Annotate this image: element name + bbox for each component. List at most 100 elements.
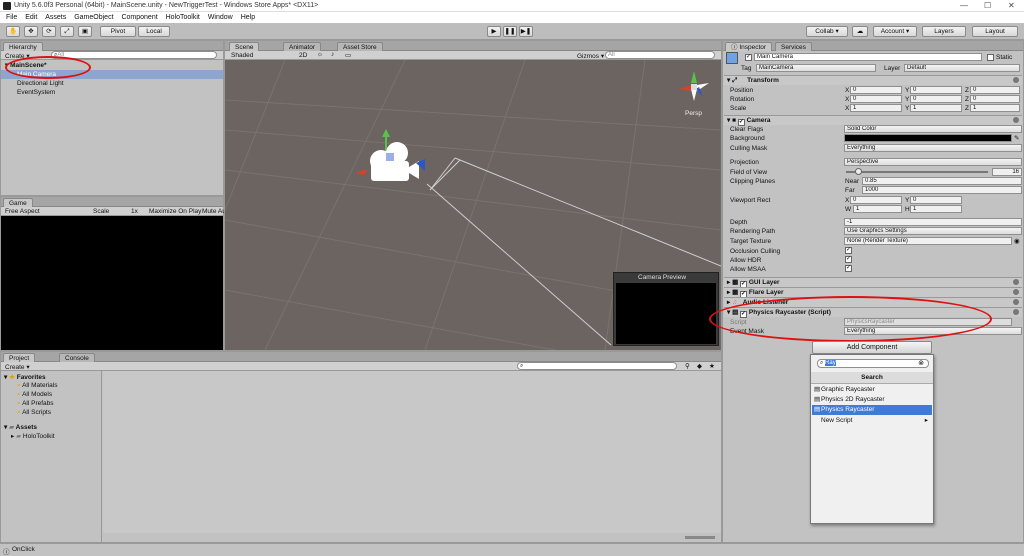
tab-console[interactable]: Console bbox=[59, 353, 95, 362]
gui-layer-header[interactable]: ▸ ▦ ✓ GUI Layer bbox=[724, 277, 1022, 288]
scale-tool-icon[interactable]: ⤢ bbox=[60, 26, 74, 37]
scale-z-field[interactable]: 1 bbox=[970, 104, 1020, 112]
menu-edit[interactable]: Edit bbox=[25, 12, 37, 23]
hand-tool-icon[interactable]: ✋ bbox=[6, 26, 20, 37]
aspect-dropdown[interactable]: Free Aspect bbox=[5, 208, 40, 215]
position-x-field[interactable]: 0 bbox=[850, 86, 902, 94]
audio-listener-header[interactable]: ▸ ♫ Audio Listener bbox=[724, 297, 1022, 307]
favorite-star-icon[interactable]: ★ bbox=[709, 362, 715, 370]
game-viewport[interactable] bbox=[1, 216, 223, 350]
minimize-icon[interactable]: — bbox=[960, 1, 968, 10]
pivot-button[interactable]: Pivot bbox=[100, 26, 136, 37]
viewport-y-field[interactable]: 0 bbox=[910, 196, 962, 204]
rotation-y-field[interactable]: 0 bbox=[910, 95, 962, 103]
gear-icon[interactable] bbox=[1013, 289, 1019, 295]
far-field[interactable]: 1000 bbox=[862, 186, 1022, 194]
shading-dropdown[interactable]: Shaded bbox=[231, 52, 253, 59]
scene-search-input[interactable]: All bbox=[605, 51, 715, 59]
physics-raycaster-header[interactable]: ▾ ▤ ✓ Physics Raycaster (Script) bbox=[724, 307, 1022, 318]
tab-scene[interactable]: Scene bbox=[229, 42, 260, 51]
add-component-button[interactable]: Add Component bbox=[812, 341, 932, 354]
object-picker-icon[interactable]: ◉ bbox=[1014, 237, 1020, 245]
popup-item-graphic-raycaster[interactable]: ▤ Graphic Raycaster bbox=[812, 385, 932, 395]
background-color-swatch[interactable] bbox=[844, 134, 1012, 142]
near-field[interactable]: 0.85 bbox=[862, 177, 1022, 185]
pause-button[interactable]: ❚❚ bbox=[503, 26, 517, 37]
transform-header[interactable]: ▾ ⤢ Transform bbox=[724, 75, 1022, 85]
flare-layer-header[interactable]: ▸ ▦ ✓ Flare Layer bbox=[724, 287, 1022, 298]
active-checkbox[interactable]: ✓ bbox=[745, 54, 752, 61]
maximize-icon[interactable]: ☐ bbox=[984, 1, 991, 10]
menu-help[interactable]: Help bbox=[241, 12, 255, 23]
cloud-icon[interactable]: ☁ bbox=[852, 26, 868, 37]
project-asset-area[interactable] bbox=[103, 371, 721, 533]
event-mask-dropdown[interactable]: Everything bbox=[844, 327, 1022, 335]
tab-asset-store[interactable]: Asset Store bbox=[337, 42, 383, 51]
tab-game[interactable]: Game bbox=[3, 198, 33, 207]
culling-mask-dropdown[interactable]: Everything bbox=[844, 144, 1022, 152]
layer-dropdown[interactable]: Default bbox=[904, 64, 1020, 72]
zoom-slider[interactable] bbox=[685, 536, 715, 539]
mode-2d-toggle[interactable]: 2D bbox=[299, 52, 307, 59]
viewport-x-field[interactable]: 0 bbox=[850, 196, 902, 204]
hierarchy-item-main-camera[interactable]: Main Camera bbox=[1, 70, 223, 79]
layout-button[interactable]: Layout bbox=[972, 26, 1018, 37]
hierarchy-create-button[interactable]: Create ▾ bbox=[5, 52, 30, 60]
audio-icon[interactable]: ♪ bbox=[331, 51, 334, 58]
viewport-w-field[interactable]: 1 bbox=[853, 205, 902, 213]
favorite-all-materials[interactable]: ⌕ All Materials bbox=[17, 382, 58, 390]
hierarchy-search-input[interactable]: ⌕All bbox=[51, 51, 217, 59]
gear-icon[interactable] bbox=[1013, 279, 1019, 285]
local-button[interactable]: Local bbox=[138, 26, 170, 37]
tab-inspector[interactable]: ⓘ Inspector bbox=[725, 42, 773, 51]
eyedropper-icon[interactable]: ✎ bbox=[1014, 134, 1019, 142]
clear-search-icon[interactable]: ⊗ bbox=[918, 359, 924, 367]
projection-dropdown[interactable]: Perspective bbox=[844, 158, 1022, 166]
step-button[interactable]: ▶❚ bbox=[519, 26, 533, 37]
assets-header[interactable]: ▾ ▰ Assets bbox=[4, 423, 37, 431]
tab-services[interactable]: Services bbox=[775, 42, 812, 51]
orientation-gizmo-icon[interactable] bbox=[677, 69, 711, 103]
hierarchy-item-light[interactable]: Directional Light bbox=[17, 80, 64, 87]
allow-hdr-checkbox[interactable]: ✓ bbox=[845, 256, 852, 263]
tab-animator[interactable]: Animator bbox=[283, 42, 322, 51]
component-search-input[interactable]: ⌕ Ray bbox=[817, 359, 929, 368]
camera-enabled-checkbox[interactable]: ✓ bbox=[737, 119, 745, 126]
menu-component[interactable]: Component bbox=[121, 12, 157, 23]
rotate-tool-icon[interactable]: ⟳ bbox=[42, 26, 56, 37]
rect-tool-icon[interactable]: ▣ bbox=[78, 26, 92, 37]
favorite-all-models[interactable]: ⌕ All Models bbox=[17, 391, 52, 399]
maximize-on-play-toggle[interactable]: Maximize On Play bbox=[149, 208, 201, 215]
play-button[interactable]: ▶ bbox=[487, 26, 501, 37]
gear-icon[interactable] bbox=[1013, 117, 1019, 123]
rendering-path-dropdown[interactable]: Use Graphics Settings bbox=[844, 227, 1022, 235]
object-name-input[interactable]: Main Camera bbox=[754, 53, 982, 61]
layers-button[interactable]: Layers bbox=[922, 26, 966, 37]
gear-icon[interactable] bbox=[1013, 299, 1019, 305]
scale-value[interactable]: 1x bbox=[131, 208, 138, 215]
camera-gizmo-icon[interactable] bbox=[354, 129, 427, 185]
gear-icon[interactable] bbox=[1013, 77, 1019, 83]
effects-icon[interactable]: ▭ bbox=[345, 51, 351, 59]
gear-icon[interactable] bbox=[1013, 309, 1019, 315]
occlusion-culling-checkbox[interactable]: ✓ bbox=[845, 247, 852, 254]
close-icon[interactable]: ✕ bbox=[1008, 1, 1015, 10]
depth-field[interactable]: -1 bbox=[844, 218, 1022, 226]
mute-audio-toggle[interactable]: Mute Au bbox=[202, 208, 226, 215]
clear-flags-dropdown[interactable]: Solid Color bbox=[844, 125, 1022, 133]
fov-slider-track[interactable] bbox=[846, 171, 988, 173]
move-tool-icon[interactable]: ✥ bbox=[24, 26, 38, 37]
asset-folder-holotoolkit[interactable]: ▸ ▰ HoloToolkit bbox=[11, 432, 55, 440]
menu-assets[interactable]: Assets bbox=[45, 12, 66, 23]
scene-root[interactable]: ▾ MainScene* bbox=[5, 61, 47, 69]
popup-item-physics-raycaster[interactable]: ▤ Physics Raycaster bbox=[812, 405, 932, 415]
filter-label-icon[interactable]: ◆ bbox=[697, 362, 702, 370]
menu-holotoolkit[interactable]: HoloToolkit bbox=[166, 12, 200, 23]
rotation-x-field[interactable]: 0 bbox=[850, 95, 902, 103]
menu-window[interactable]: Window bbox=[208, 12, 233, 23]
physics-raycaster-checkbox[interactable]: ✓ bbox=[740, 311, 748, 318]
project-create-button[interactable]: Create ▾ bbox=[5, 363, 30, 371]
gizmos-dropdown[interactable]: Gizmos ▾ bbox=[577, 52, 604, 60]
camera-header[interactable]: ▾ ■ ✓ Camera bbox=[724, 115, 1022, 126]
filter-type-icon[interactable]: ⚲ bbox=[685, 362, 690, 370]
